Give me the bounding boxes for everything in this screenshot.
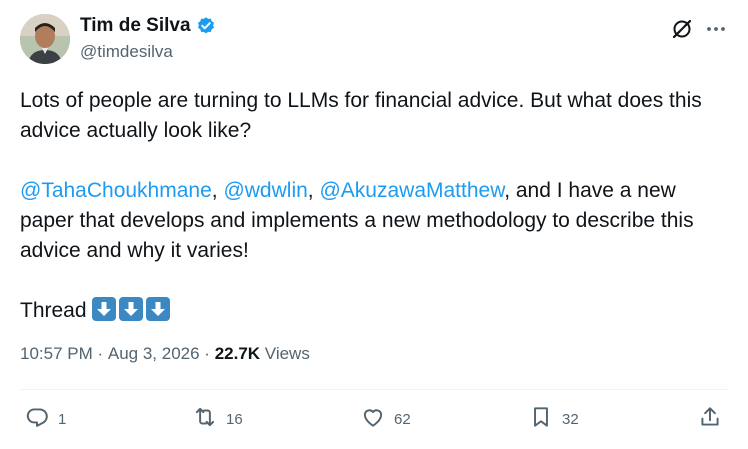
action-bar: 1 16 62 32 <box>0 400 748 436</box>
mention-link[interactable]: @AkuzawaMatthew <box>319 179 504 202</box>
reply-count: 1 <box>58 410 67 428</box>
share-icon <box>697 404 723 434</box>
more-options-icon[interactable] <box>704 17 728 41</box>
bookmark-button[interactable]: 32 <box>528 404 579 434</box>
timestamp-date[interactable]: Aug 3, 2026 <box>108 344 200 364</box>
like-count: 62 <box>394 410 411 428</box>
tweet-card: Tim de Silva @timdesilva Lots of people … <box>0 0 748 449</box>
handle[interactable]: @timdesilva <box>80 42 173 62</box>
views-label: Views <box>260 344 310 363</box>
mention-link[interactable]: @wdwlin <box>223 179 307 202</box>
reply-icon <box>24 404 50 434</box>
tweet-paragraph-1: Lots of people are turning to LLMs for f… <box>20 89 702 142</box>
bookmark-icon <box>528 404 554 434</box>
views-count[interactable]: 22.7K <box>215 344 260 364</box>
down-arrow-emoji-icon <box>146 297 171 321</box>
mention-link[interactable]: @TahaChoukhmane <box>20 179 212 202</box>
retweet-button[interactable]: 16 <box>192 404 243 434</box>
display-name[interactable]: Tim de Silva <box>80 15 191 37</box>
tweet-paragraph-3: Thread <box>20 296 730 326</box>
down-arrow-emoji-icon <box>119 297 144 321</box>
tweet-meta: 10:57 PM · Aug 3, 2026 · 22.7K Views <box>20 344 310 364</box>
down-arrow-emoji-icon <box>92 297 117 321</box>
avatar[interactable] <box>20 14 70 64</box>
meta-separator: · <box>92 344 108 363</box>
verified-badge-icon <box>196 16 216 36</box>
thread-label: Thread <box>20 299 87 322</box>
grok-icon[interactable] <box>670 17 694 41</box>
separator-text: , <box>307 179 320 202</box>
timestamp-time[interactable]: 10:57 PM <box>20 344 93 364</box>
heart-icon <box>360 404 386 434</box>
divider <box>20 389 728 390</box>
retweet-icon <box>192 404 218 434</box>
reply-button[interactable]: 1 <box>24 404 66 434</box>
bookmark-count: 32 <box>562 410 579 428</box>
tweet-text: Lots of people are turning to LLMs for f… <box>20 86 730 326</box>
name-row: Tim de Silva <box>80 15 216 37</box>
tweet-paragraph-2: @TahaChoukhmane, @wdwlin, @AkuzawaMatthe… <box>20 176 730 266</box>
retweet-count: 16 <box>226 410 243 428</box>
separator-text: , <box>211 179 224 202</box>
meta-separator: · <box>199 344 215 363</box>
like-button[interactable]: 62 <box>360 404 411 434</box>
share-button[interactable] <box>697 404 723 434</box>
